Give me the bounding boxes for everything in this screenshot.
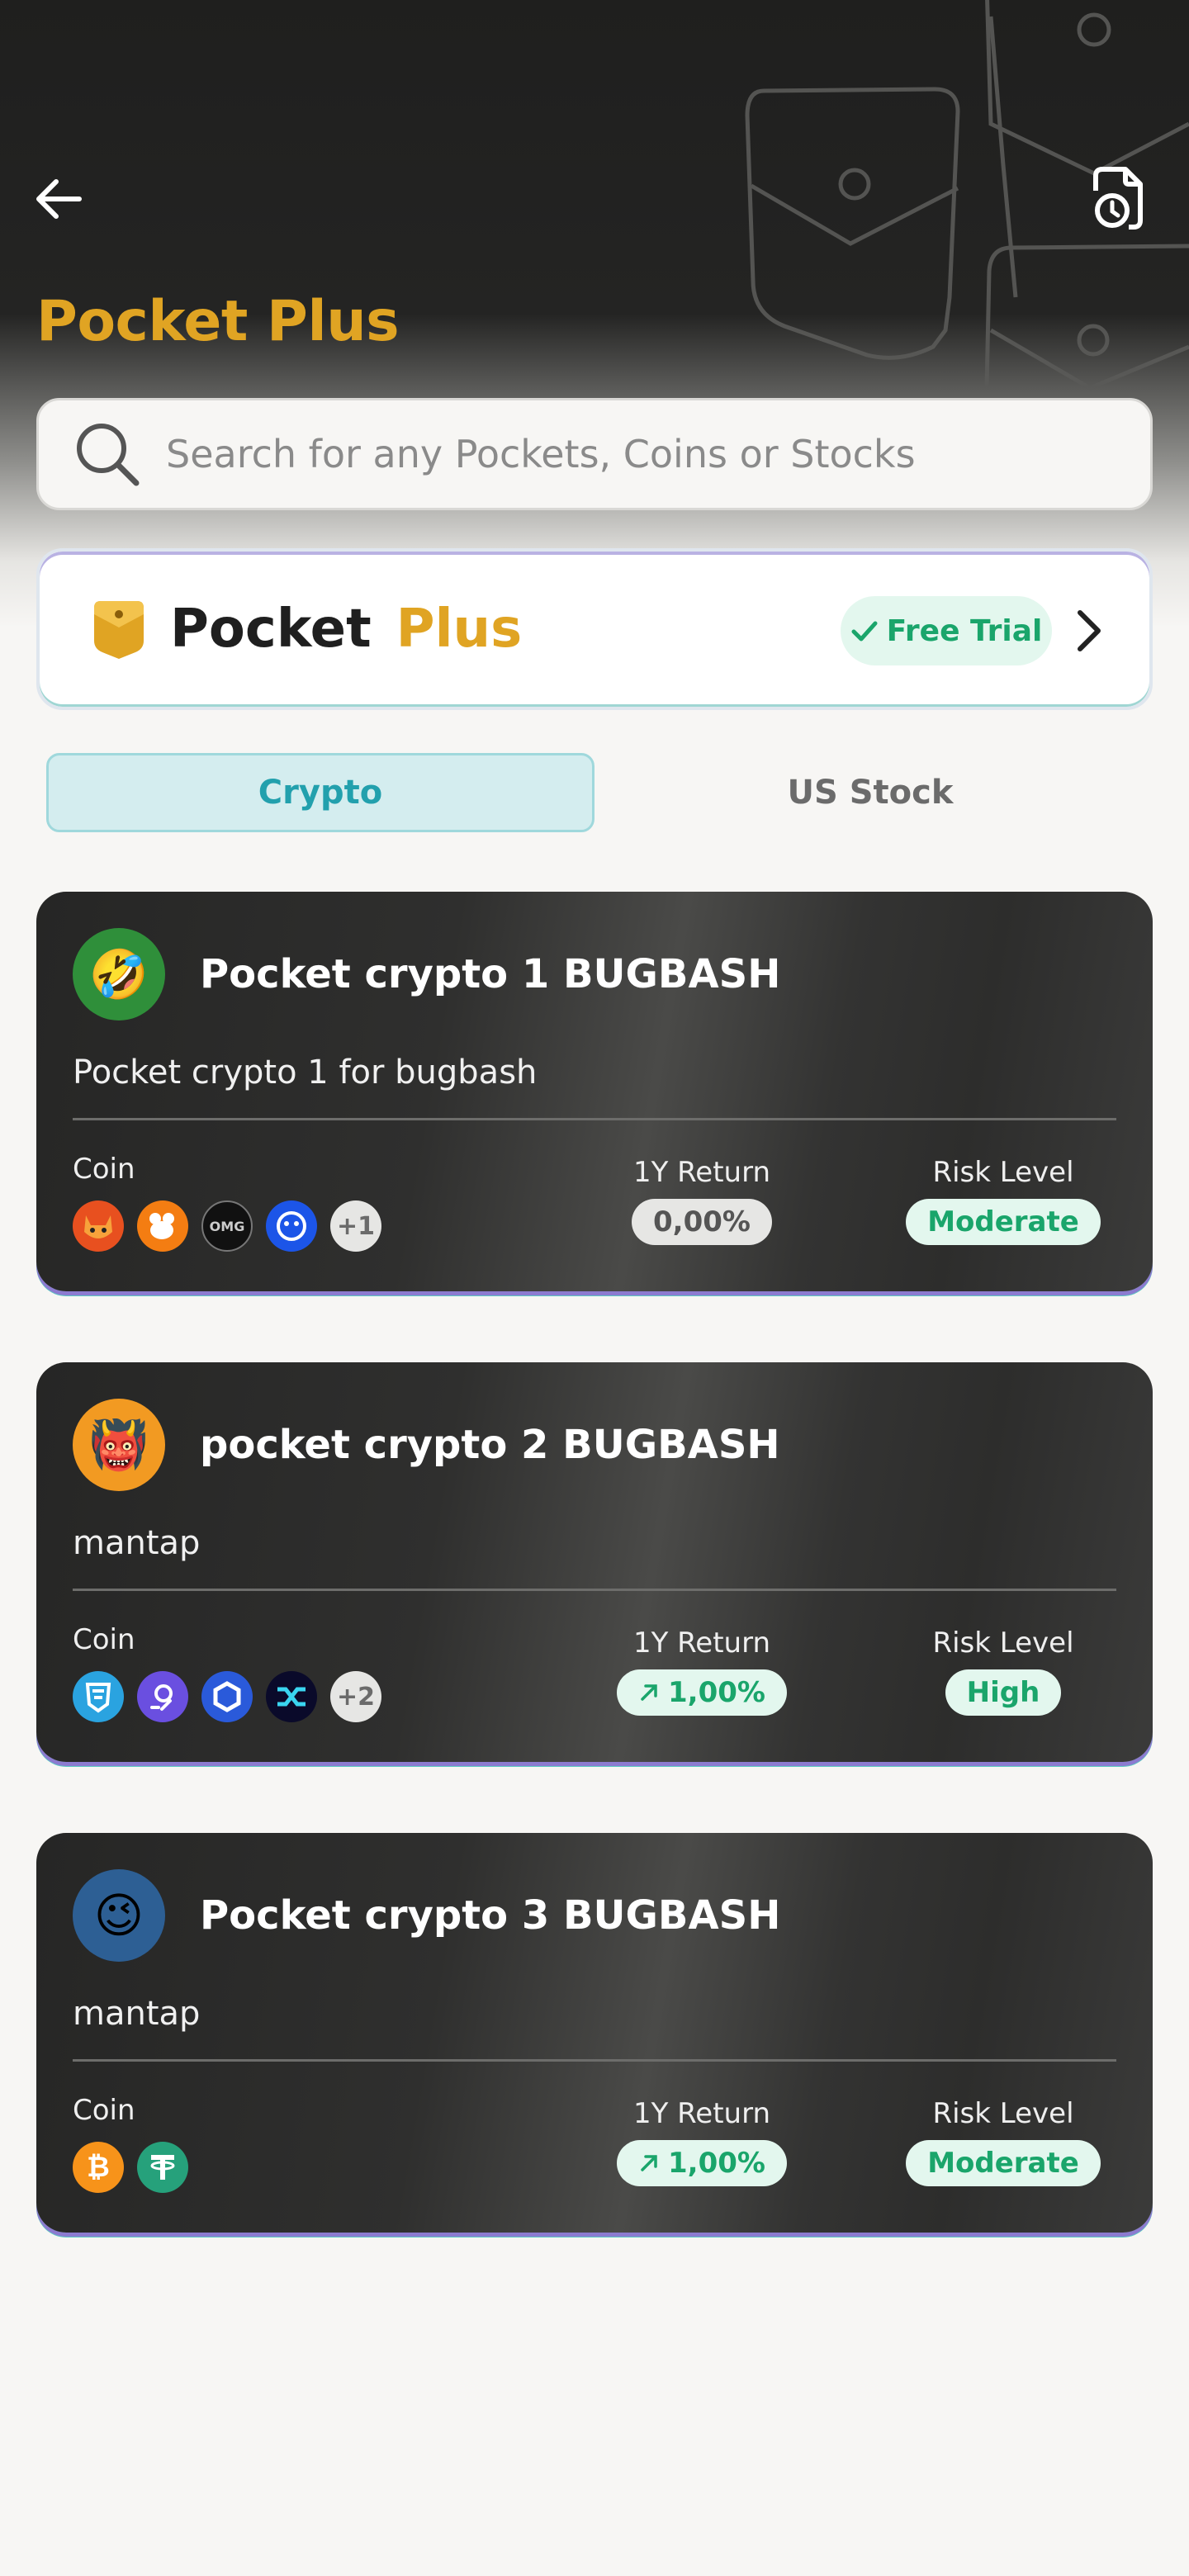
more-coins-badge: +1 [330, 1200, 381, 1252]
pocket-plus-banner[interactable]: Pocket Plus Free Trial [36, 548, 1153, 710]
pocket-plus-logo-icon [94, 601, 144, 659]
search-input[interactable] [164, 431, 1117, 477]
coin-list: ₿ [73, 2142, 201, 2193]
return-value: 1,00% [668, 2147, 765, 2180]
pocket-description: mantap [73, 1524, 201, 1562]
graph-coin-icon [137, 1671, 188, 1722]
ape-coin-icon [266, 1200, 317, 1252]
return-value-pill: 0,00% [632, 1199, 772, 1245]
arrow-left-icon [36, 179, 82, 219]
free-trial-badge: Free Trial [841, 596, 1052, 665]
return-value: 1,00% [668, 1676, 765, 1709]
risk-label: Risk Level [932, 2097, 1074, 2130]
bitcoin-coin-icon: ₿ [73, 2142, 124, 2193]
return-pill-wrap: 0,00% [578, 1199, 826, 1245]
arrow-up-right-icon [641, 2155, 657, 2171]
pocket-title: Pocket crypto 1 BUGBASH [200, 951, 781, 997]
risk-label: Risk Level [932, 1627, 1074, 1660]
search-icon [77, 424, 140, 486]
back-button[interactable] [30, 170, 88, 228]
risk-level-pill: High [945, 1669, 1062, 1716]
search-bar[interactable] [36, 398, 1153, 510]
pocket-title: Pocket crypto 3 BUGBASH [200, 1892, 781, 1939]
pocket-card[interactable]: 😉 Pocket crypto 3 BUGBASH mantap Coin 1Y… [36, 1833, 1153, 2233]
return-label: 1Y Return [632, 2097, 771, 2130]
check-icon [851, 621, 878, 642]
banner-word-pocket: Pocket [170, 599, 372, 660]
banner-word-plus: Plus [396, 599, 523, 660]
shiba-coin-icon [73, 1200, 124, 1252]
card-divider [73, 2059, 1116, 2062]
coin-label: Coin [73, 2094, 135, 2127]
coin-label: Coin [73, 1153, 135, 1186]
omg-coin-icon: OMG [201, 1200, 253, 1252]
risk-label: Risk Level [932, 1156, 1074, 1189]
category-tabs: Crypto US Stock [46, 753, 1144, 832]
pocket-card[interactable]: 🤣 Pocket crypto 1 BUGBASH Pocket crypto … [36, 892, 1153, 1291]
synthetix-coin-icon [266, 1671, 317, 1722]
tab-us-stock[interactable]: US Stock [596, 753, 1144, 832]
pocket-emoji-avatar: 😉 [73, 1869, 165, 1962]
tether-coin-icon [137, 2142, 188, 2193]
risk-pill-wrap: Moderate [885, 1199, 1121, 1245]
return-pill-wrap: 1,00% [578, 2140, 826, 2186]
tab-crypto[interactable]: Crypto [46, 753, 594, 832]
free-trial-label: Free Trial [886, 613, 1043, 648]
return-label: 1Y Return [632, 1627, 771, 1660]
more-coins-badge: +2 [330, 1671, 381, 1722]
page-title: Pocket Plus [36, 289, 400, 354]
return-label: 1Y Return [632, 1156, 771, 1189]
risk-level-pill: Moderate [906, 2140, 1101, 2186]
coin-label: Coin [73, 1623, 135, 1656]
return-pill-wrap: 1,00% [578, 1669, 826, 1716]
risk-level-pill: Moderate [906, 1199, 1101, 1245]
pocket-card[interactable]: 👹 pocket crypto 2 BUGBASH mantap Coin 1Y… [36, 1362, 1153, 1762]
pocket-description: Pocket crypto 1 for bugbash [73, 1054, 538, 1091]
pocket-description: mantap [73, 1995, 201, 2033]
pocket-decoration-icon [745, 0, 1189, 391]
card-divider [73, 1589, 1116, 1591]
history-button[interactable] [1088, 165, 1151, 231]
chevron-right-icon [1078, 610, 1101, 651]
coin-list: +2 [73, 1671, 395, 1722]
shield-coin-icon [73, 1671, 124, 1722]
chainlink-coin-icon [201, 1671, 253, 1722]
return-value-pill: 1,00% [617, 1669, 787, 1716]
arrow-up-right-icon [641, 1684, 657, 1701]
risk-pill-wrap: High [885, 1669, 1121, 1716]
card-divider [73, 1118, 1116, 1120]
pocket-emoji-avatar: 👹 [73, 1399, 165, 1491]
coin-list: OMG +1 [73, 1200, 395, 1252]
return-value-pill: 1,00% [617, 2140, 787, 2186]
document-history-icon [1093, 167, 1143, 230]
risk-pill-wrap: Moderate [885, 2140, 1121, 2186]
pocket-emoji-avatar: 🤣 [73, 928, 165, 1020]
pocket-title: pocket crypto 2 BUGBASH [200, 1422, 780, 1468]
mouse-coin-icon [137, 1200, 188, 1252]
